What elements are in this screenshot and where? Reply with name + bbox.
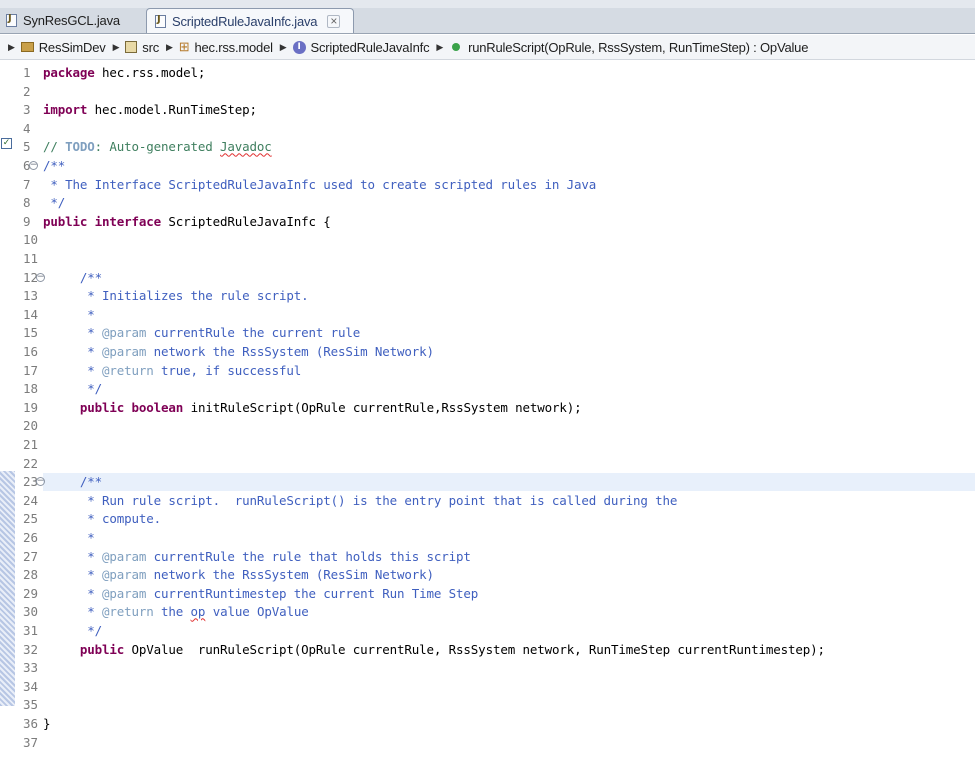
code-line[interactable]: /** (43, 157, 65, 175)
line-number: 9 (23, 213, 31, 229)
tab-scriptedrulejavainfc[interactable]: J ScriptedRuleJavaInfc.java × (146, 8, 354, 33)
line-number: 32 (23, 641, 39, 657)
line-number: 16 (23, 344, 39, 359)
code-line[interactable]: } (43, 715, 51, 733)
line-number: 18 (23, 381, 39, 397)
breadcrumb-item-interface[interactable]: I ScriptedRuleJavaInfc (292, 39, 430, 55)
java-file-icon: J (155, 14, 166, 28)
source-folder-icon (125, 41, 138, 53)
editor-tab-bar: J SynResGCL.java J ScriptedRuleJavaInfc.… (0, 0, 975, 34)
tab-synresgcl[interactable]: J SynResGCL.java (0, 8, 145, 33)
line-number: 13 (23, 288, 39, 304)
code-editor[interactable]: ✓ 1 2 3 4 5 6−7 8 9 10 11 12−13 14 15 16 17 18 19 20 21 22 2… (0, 61, 975, 782)
line-number: 33 (23, 660, 39, 676)
code-line[interactable]: * @param currentRuntimestep the current … (43, 585, 478, 603)
code-line[interactable]: public OpValue runRuleScript(OpRule curr… (43, 641, 825, 659)
annotation-ruler[interactable]: ✓ (0, 61, 15, 782)
line-number: 27 (23, 548, 39, 564)
code-line[interactable]: * The Interface ScriptedRuleJavaInfc use… (43, 176, 596, 194)
breadcrumb-item-method[interactable]: runRuleScript(OpRule, RssSystem, RunTime… (449, 40, 808, 55)
breadcrumb-item-package[interactable]: ⊞ hec.rss.model (179, 40, 273, 55)
tab-label: SynResGCL.java (23, 13, 120, 28)
code-line[interactable]: /** (43, 269, 102, 287)
method-icon (452, 43, 461, 51)
interface-icon: I (292, 40, 306, 54)
line-number: 5 (23, 139, 31, 155)
line-number: 26 (23, 530, 39, 545)
breadcrumb-label: ScriptedRuleJavaInfc (310, 39, 430, 55)
line-number: 15 (23, 325, 39, 341)
line-number: 37 (23, 734, 39, 750)
code-line[interactable]: public boolean initRuleScript(OpRule cur… (43, 399, 582, 417)
line-number: 10 (23, 232, 39, 248)
fold-toggle-icon[interactable]: − (29, 161, 38, 170)
code-line[interactable]: // TODO: Auto-generated Javadoc (43, 138, 272, 156)
breadcrumb-separator-icon[interactable]: ▶ (113, 42, 120, 53)
code-line[interactable]: * @param currentRule the current rule (43, 324, 360, 342)
code-line[interactable]: */ (43, 380, 102, 398)
line-number: 14 (23, 306, 39, 322)
occurrence-range-marker (0, 471, 15, 706)
line-number: 1 (23, 65, 31, 80)
line-number: 36 (23, 716, 39, 731)
line-number: 29 (23, 585, 39, 601)
code-line[interactable]: * (43, 529, 95, 547)
breadcrumb-label: ResSimDev (38, 39, 106, 55)
code-line[interactable]: * @return true, if successful (43, 362, 301, 380)
line-number: 34 (23, 678, 39, 694)
code-line[interactable]: */ (43, 194, 65, 212)
line-number: 28 (23, 567, 39, 583)
code-line[interactable]: * Run rule script. runRuleScript() is th… (43, 492, 677, 510)
code-line[interactable]: public interface ScriptedRuleJavaInfc { (43, 213, 331, 231)
code-text-area[interactable]: package hec.rss.model; import hec.model.R… (43, 61, 975, 782)
line-number: 24 (23, 492, 39, 508)
code-line[interactable]: /** (43, 473, 102, 491)
line-number: 3 (23, 102, 31, 118)
breadcrumb-label: src (142, 39, 160, 55)
line-number: 22 (23, 455, 39, 471)
code-line[interactable]: * Initializes the rule script. (43, 287, 308, 305)
tab-bar-top-strip (0, 0, 975, 8)
line-number: 21 (23, 437, 39, 452)
code-line[interactable]: * @param network the RssSystem (ResSim N… (43, 566, 434, 584)
line-number: 4 (23, 120, 31, 136)
line-number: 30 (23, 604, 39, 620)
code-line[interactable]: * @return the op value OpValue (43, 603, 308, 621)
line-number: 20 (23, 418, 39, 434)
line-number: 7 (23, 176, 31, 192)
breadcrumb-separator-icon[interactable]: ▶ (436, 42, 443, 53)
line-number: 8 (23, 195, 31, 211)
breadcrumb-item-project[interactable]: ResSimDev (20, 39, 106, 55)
line-number: 11 (23, 251, 39, 266)
breadcrumb-item-src[interactable]: src (125, 40, 159, 55)
breadcrumb-expand-icon[interactable]: ▶ (8, 42, 15, 53)
breadcrumb-separator-icon[interactable]: ▶ (166, 42, 173, 53)
code-line[interactable]: */ (43, 622, 102, 640)
line-number: 25 (23, 511, 39, 527)
breadcrumb-label: hec.rss.model (194, 39, 273, 55)
java-file-icon: J (6, 13, 17, 27)
line-number: 35 (23, 697, 39, 713)
tab-label: ScriptedRuleJavaInfc.java (172, 13, 318, 29)
close-icon[interactable]: × (327, 14, 341, 28)
line-number: 19 (23, 399, 39, 415)
task-marker-icon[interactable]: ✓ (1, 138, 12, 149)
code-line[interactable]: * @param currentRule the rule that holds… (43, 548, 471, 566)
code-line[interactable]: * (43, 306, 95, 324)
code-line[interactable]: import hec.model.RunTimeStep; (43, 101, 257, 119)
code-line[interactable]: * compute. (43, 510, 161, 528)
project-icon (20, 42, 34, 52)
breadcrumb-separator-icon[interactable]: ▶ (280, 42, 287, 53)
line-number: 31 (23, 623, 39, 638)
package-icon: ⊞ (178, 39, 190, 54)
line-number: 17 (23, 362, 39, 378)
code-line[interactable]: package hec.rss.model; (43, 64, 205, 82)
breadcrumb-label: runRuleScript(OpRule, RssSystem, RunTime… (468, 39, 809, 55)
line-number-ruler: 1 2 3 4 5 6−7 8 9 10 11 12−13 14 15 16 17 18 19 20 21 22 23−… (15, 61, 45, 782)
code-line[interactable]: * @param network the RssSystem (ResSim N… (43, 343, 434, 361)
breadcrumb: ▶ ResSimDev ▶ src ▶ ⊞ hec.rss.model ▶ I … (0, 35, 975, 60)
line-number: 2 (23, 83, 31, 99)
